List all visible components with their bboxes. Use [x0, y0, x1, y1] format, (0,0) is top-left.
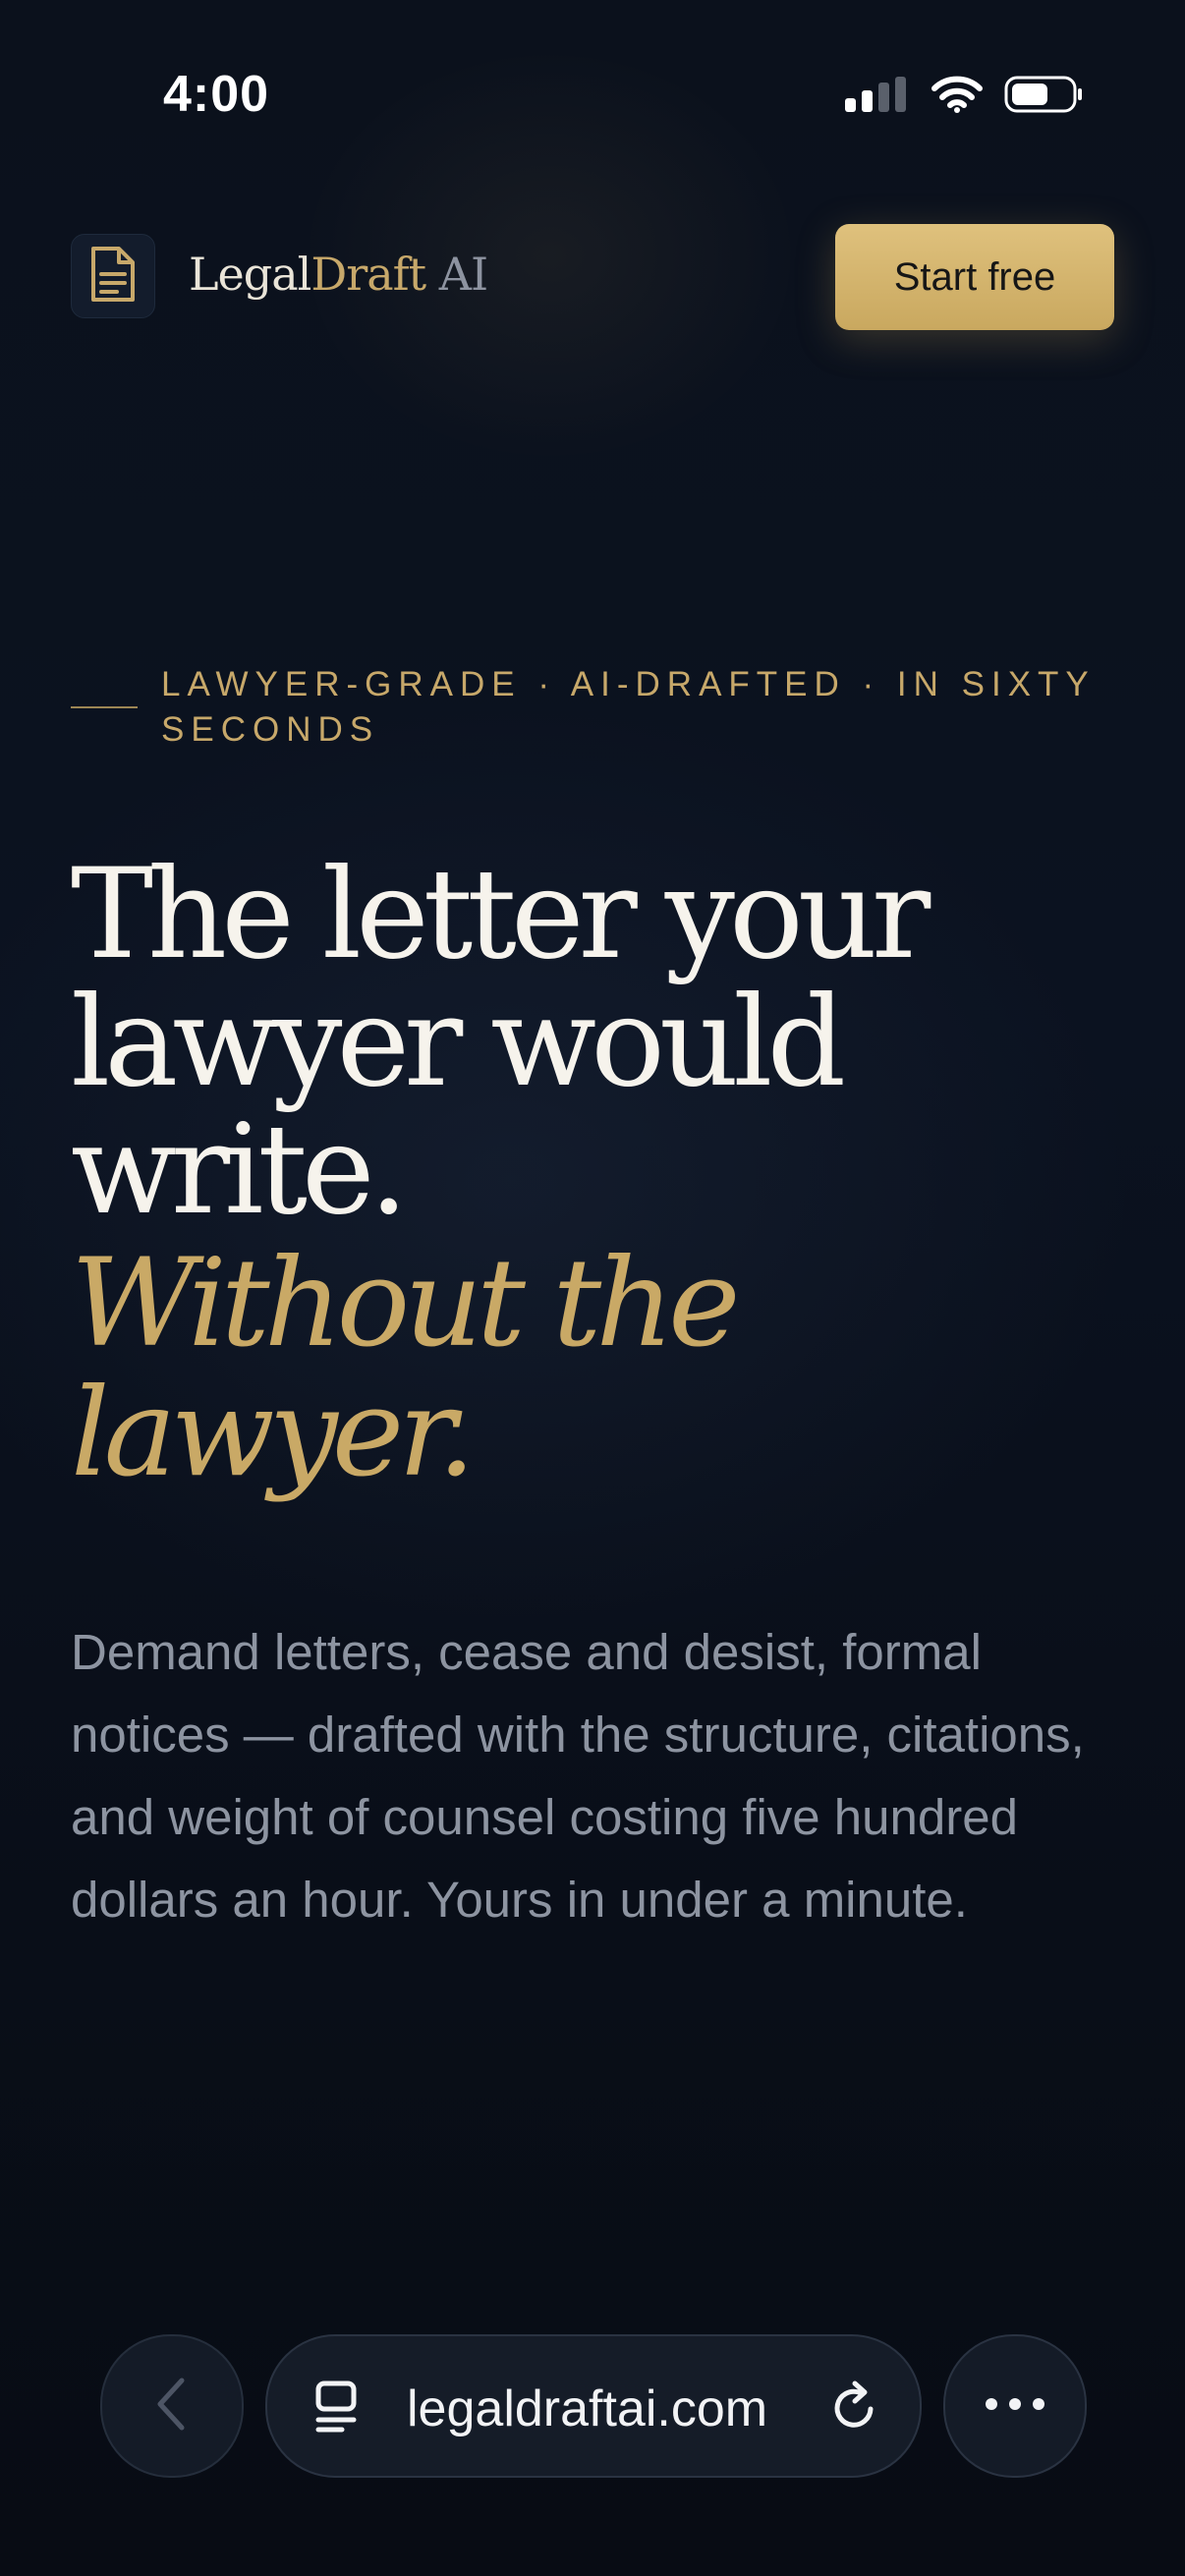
- more-button[interactable]: [943, 2334, 1087, 2478]
- status-bar: 4:00: [0, 0, 1185, 187]
- more-icon: [984, 2396, 1046, 2417]
- brand-draft: Draft: [310, 248, 426, 301]
- url-text[interactable]: legaldraftai.com: [407, 2380, 767, 2438]
- status-time: 4:00: [163, 66, 270, 123]
- status-icons: [845, 75, 1083, 119]
- hero-eyebrow: LAWYER-GRADE · AI-DRAFTED · IN SIXTY SEC…: [161, 665, 1096, 749]
- battery-icon: [1004, 75, 1083, 119]
- brand-name[interactable]: LegalDraft AI: [189, 248, 488, 301]
- hero-lead-paragraph: Demand letters, cease and desist, formal…: [71, 1624, 1085, 1928]
- reload-icon[interactable]: [829, 2380, 880, 2439]
- accent-line: Without the: [71, 1233, 740, 1374]
- start-free-button[interactable]: Start free: [835, 224, 1114, 330]
- signal-icon: [845, 77, 910, 117]
- hero-headline-accent: Without the lawyer.: [71, 1239, 1152, 1498]
- tabs-icon[interactable]: [312, 2380, 364, 2439]
- brand-ai: AI: [425, 248, 488, 301]
- headline-line: The letter your: [71, 842, 931, 986]
- accent-line: lawyer.: [71, 1363, 476, 1504]
- brand-legal: Legal: [189, 248, 311, 301]
- document-icon: [87, 245, 139, 308]
- back-button[interactable]: [100, 2334, 244, 2478]
- headline-line: write.: [71, 1097, 409, 1242]
- hero-headline: The letter your lawyer would write.: [71, 851, 1152, 1234]
- eyebrow-divider: [71, 706, 138, 708]
- logo-badge[interactable]: [71, 234, 155, 318]
- headline-line: lawyer would: [71, 970, 846, 1114]
- wifi-icon: [931, 76, 983, 118]
- address-bar[interactable]: legaldraftai.com: [265, 2334, 922, 2478]
- chevron-left-icon: [152, 2377, 192, 2436]
